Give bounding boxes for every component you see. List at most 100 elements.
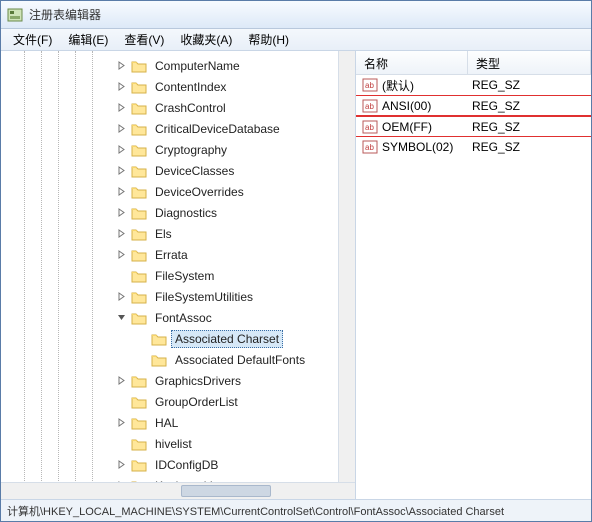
list-header: 名称 类型: [356, 51, 591, 75]
menu-view[interactable]: 查看(V): [116, 29, 172, 50]
chevron-right-icon[interactable]: [116, 81, 127, 92]
tree-item[interactable]: FontAssoc: [1, 307, 355, 328]
regedit-icon: [7, 7, 23, 23]
tree-item[interactable]: ComputerName: [1, 55, 355, 76]
chevron-right-icon[interactable]: [116, 165, 127, 176]
folder-icon: [131, 395, 147, 409]
folder-icon: [131, 122, 147, 136]
chevron-right-icon[interactable]: [116, 291, 127, 302]
tree-item-label: Associated Charset: [171, 330, 283, 348]
value-type: REG_SZ: [468, 99, 520, 113]
folder-icon: [131, 143, 147, 157]
menu-file[interactable]: 文件(F): [5, 29, 60, 50]
chevron-down-icon[interactable]: [116, 312, 127, 323]
tree-item-label: Cryptography: [151, 141, 231, 159]
tree-item[interactable]: GroupOrderList: [1, 391, 355, 412]
window-title: 注册表编辑器: [29, 6, 101, 23]
chevron-right-icon[interactable]: [116, 207, 127, 218]
tree-item[interactable]: hivelist: [1, 433, 355, 454]
folder-icon: [151, 332, 167, 346]
value-name: ANSI(00): [382, 99, 468, 113]
folder-icon: [131, 374, 147, 388]
status-bar: 计算机\HKEY_LOCAL_MACHINE\SYSTEM\CurrentCon…: [1, 499, 591, 521]
tree-item[interactable]: Associated Charset: [1, 328, 355, 349]
tree-item-label: IDConfigDB: [151, 456, 222, 474]
chevron-right-icon: [116, 270, 127, 281]
chevron-right-icon[interactable]: [116, 459, 127, 470]
tree-item[interactable]: FileSystemUtilities: [1, 286, 355, 307]
tree-item[interactable]: Cryptography: [1, 139, 355, 160]
value-name: (默认): [382, 77, 468, 94]
chevron-right-icon: [136, 354, 147, 365]
chevron-right-icon[interactable]: [116, 249, 127, 260]
folder-icon: [131, 290, 147, 304]
chevron-right-icon[interactable]: [116, 186, 127, 197]
tree-item[interactable]: DeviceOverrides: [1, 181, 355, 202]
folder-icon: [131, 80, 147, 94]
chevron-right-icon: [116, 396, 127, 407]
tree-hscroll[interactable]: [1, 482, 355, 499]
tree-vscroll[interactable]: [338, 51, 355, 482]
tree-item[interactable]: FileSystem: [1, 265, 355, 286]
svg-text:ab: ab: [365, 123, 374, 132]
chevron-right-icon[interactable]: [116, 228, 127, 239]
folder-icon: [131, 185, 147, 199]
menu-bar: 文件(F) 编辑(E) 查看(V) 收藏夹(A) 帮助(H): [1, 29, 591, 51]
tree-item-label: GraphicsDrivers: [151, 372, 245, 390]
folder-icon: [131, 416, 147, 430]
scrollbar-thumb[interactable]: [181, 485, 271, 497]
chevron-right-icon[interactable]: [116, 102, 127, 113]
column-type[interactable]: 类型: [468, 51, 591, 74]
tree-item[interactable]: Diagnostics: [1, 202, 355, 223]
chevron-right-icon: [136, 333, 147, 344]
status-path: 计算机\HKEY_LOCAL_MACHINE\SYSTEM\CurrentCon…: [7, 506, 504, 518]
chevron-right-icon[interactable]: [116, 417, 127, 428]
folder-icon: [131, 458, 147, 472]
tree-item[interactable]: Associated DefaultFonts: [1, 349, 355, 370]
tree-item[interactable]: IDConfigDB: [1, 454, 355, 475]
chevron-right-icon[interactable]: [116, 123, 127, 134]
chevron-right-icon[interactable]: [116, 60, 127, 71]
list-body[interactable]: ab(默认)REG_SZabANSI(00)REG_SZabOEM(FF)REG…: [356, 75, 591, 499]
folder-icon: [131, 59, 147, 73]
menu-help[interactable]: 帮助(H): [240, 29, 297, 50]
chevron-right-icon[interactable]: [116, 375, 127, 386]
tree-item-label: hivelist: [151, 435, 196, 453]
tree-item-label: DeviceOverrides: [151, 183, 248, 201]
svg-text:ab: ab: [365, 143, 374, 152]
chevron-right-icon: [116, 438, 127, 449]
tree-item-label: HAL: [151, 414, 182, 432]
tree-item[interactable]: DeviceClasses: [1, 160, 355, 181]
tree-item-label: ContentIndex: [151, 78, 230, 96]
tree-item[interactable]: Errata: [1, 244, 355, 265]
tree-item[interactable]: CrashControl: [1, 97, 355, 118]
chevron-right-icon[interactable]: [116, 144, 127, 155]
string-value-icon: ab: [362, 98, 378, 114]
tree-item-label: Diagnostics: [151, 204, 221, 222]
value-name: OEM(FF): [382, 120, 468, 134]
string-value-icon: ab: [362, 77, 378, 93]
tree-item[interactable]: Els: [1, 223, 355, 244]
tree-item-label: FileSystem: [151, 267, 218, 285]
list-row[interactable]: abOEM(FF)REG_SZ: [356, 116, 591, 137]
tree-item[interactable]: HAL: [1, 412, 355, 433]
tree-item[interactable]: CriticalDeviceDatabase: [1, 118, 355, 139]
tree-item-label: GroupOrderList: [151, 393, 242, 411]
list-row[interactable]: ab(默认)REG_SZ: [356, 75, 591, 95]
folder-icon: [131, 311, 147, 325]
tree-item[interactable]: ContentIndex: [1, 76, 355, 97]
tree-item-label: Els: [151, 225, 176, 243]
menu-edit[interactable]: 编辑(E): [60, 29, 116, 50]
menu-favorites[interactable]: 收藏夹(A): [172, 29, 240, 50]
list-row[interactable]: ab ANSI(00)REG_SZ: [356, 95, 591, 116]
folder-icon: [131, 437, 147, 451]
tree-item-label: FileSystemUtilities: [151, 288, 257, 306]
list-row[interactable]: abSYMBOL(02)REG_SZ: [356, 137, 591, 157]
workspace: ComputerName ContentIndexCrashControlCrit…: [1, 51, 591, 499]
title-bar: 注册表编辑器: [1, 1, 591, 29]
column-name[interactable]: 名称: [356, 51, 468, 74]
tree-item[interactable]: GraphicsDrivers: [1, 370, 355, 391]
tree-pane[interactable]: ComputerName ContentIndexCrashControlCrit…: [1, 51, 356, 499]
tree-item-label: Associated DefaultFonts: [171, 351, 309, 369]
tree-item-label: DeviceClasses: [151, 162, 238, 180]
